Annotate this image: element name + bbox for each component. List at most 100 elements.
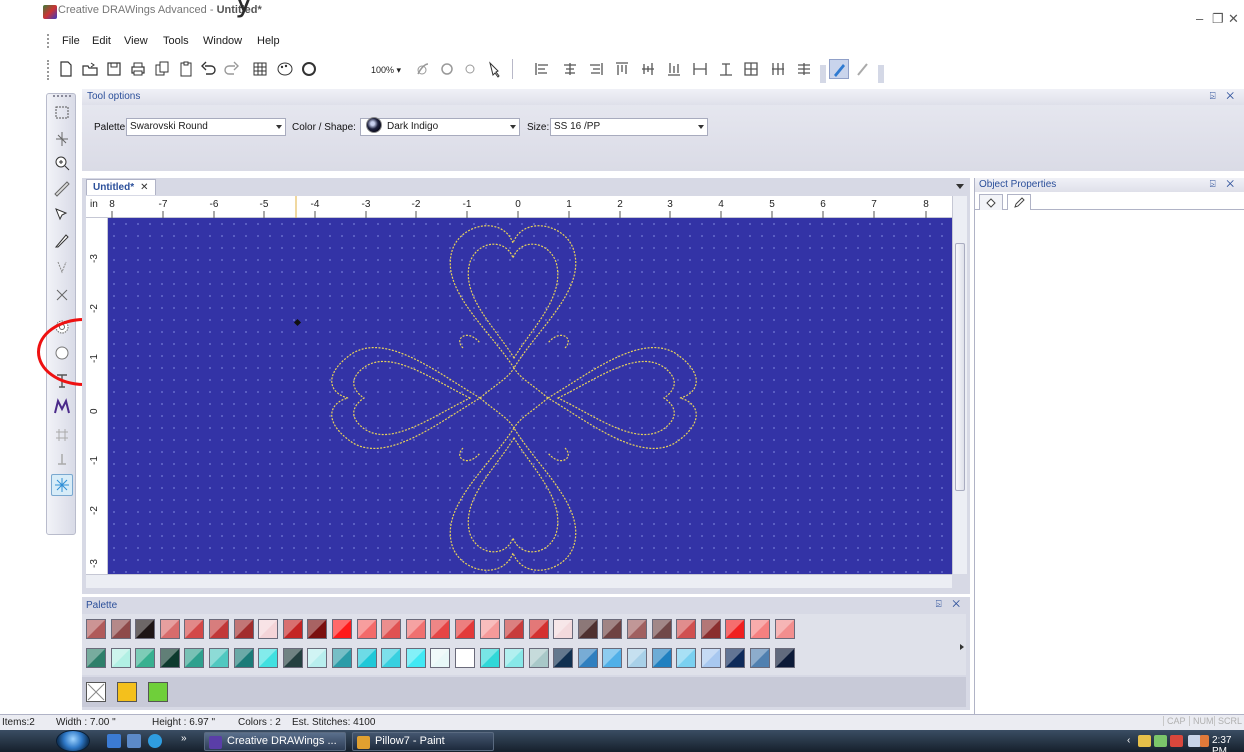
palette-swatch[interactable] [725,619,746,639]
palette-swatch[interactable] [159,648,180,668]
sparkle-icon[interactable] [51,474,73,496]
palette-swatch[interactable] [479,648,500,668]
palette-swatch[interactable] [184,648,205,668]
align-center-icon[interactable] [560,59,580,79]
group-icon[interactable] [768,59,788,79]
pencil-icon[interactable] [1007,194,1031,210]
palette-swatch[interactable] [381,619,402,639]
palette-swatch[interactable] [553,619,574,639]
palette-swatch[interactable] [454,619,475,639]
start-button[interactable] [56,730,90,752]
close-window-button[interactable]: ✕ [1228,11,1239,27]
toolbar-grip[interactable] [47,60,49,80]
scissors-icon[interactable] [51,284,73,306]
undo-icon[interactable] [198,59,218,79]
scroll-thumb[interactable] [955,243,965,491]
design-canvas[interactable] [108,218,952,574]
palette-swatch[interactable] [602,648,623,668]
palette-swatch[interactable] [110,648,131,668]
vertical-scrollbar[interactable] [952,196,967,574]
stitch-icon[interactable] [299,59,319,79]
panel-pin-close[interactable]: ⍄ ✕ [1210,91,1238,102]
maximize-button[interactable]: ❐ [1212,11,1224,27]
pen-tool-icon[interactable] [51,230,73,252]
celtic-knot-design[interactable] [108,218,952,574]
zoom-fit-icon[interactable] [460,59,480,79]
palette-swatch[interactable] [627,619,648,639]
zoom-level[interactable]: 100% ▾ [371,65,401,76]
panel-pin-close[interactable]: ⍄ ✕ [1210,179,1238,190]
distribute-h-icon[interactable] [690,59,710,79]
zoom-out-icon[interactable] [437,59,457,79]
show-desktop-icon[interactable] [107,734,121,748]
palette-swatch[interactable] [356,619,377,639]
palette-swatch[interactable] [184,619,205,639]
text-tool-icon[interactable] [51,370,73,392]
palette-swatch[interactable] [774,648,795,668]
palette-swatch[interactable] [110,619,131,639]
palette-swatch[interactable] [258,619,279,639]
tray-expand-icon[interactable]: ‹ [1127,735,1130,746]
palette-swatch[interactable] [504,619,525,639]
palette-swatch[interactable] [208,648,229,668]
distribute-v-icon[interactable] [716,59,736,79]
minimize-button[interactable]: – [1196,11,1203,26]
print-icon[interactable] [128,59,148,79]
tray-network-icon[interactable] [1138,735,1151,747]
help-icon[interactable] [485,59,505,79]
palette-swatch[interactable] [356,648,377,668]
palette-swatch[interactable] [627,648,648,668]
node-edit-icon[interactable] [51,204,73,226]
palette-swatch[interactable] [258,648,279,668]
paste-icon[interactable] [176,59,196,79]
palette-swatch[interactable] [454,648,475,668]
palette-swatch[interactable] [651,648,672,668]
taskbar-clock[interactable]: 2:37 PM [1212,735,1244,752]
ungroup-icon[interactable] [794,59,814,79]
grid-icon[interactable] [250,59,270,79]
palette-swatch[interactable] [307,648,328,668]
size-select[interactable]: SS 16 /PP [550,118,708,136]
taskbar-button-paint[interactable]: Pillow7 - Paint [352,732,494,751]
copy-icon[interactable] [152,59,172,79]
palette-swatch[interactable] [750,648,771,668]
no-color-swatch[interactable] [86,682,106,702]
select-rect-icon[interactable] [51,102,73,124]
palette-swatch[interactable] [676,619,697,639]
horizontal-scrollbar[interactable] [86,574,952,588]
panel-pin-close[interactable]: ⍄ ✕ [936,599,964,610]
stamp-icon[interactable] [51,448,73,470]
palette-swatch[interactable] [208,619,229,639]
table-icon[interactable] [741,59,761,79]
menu-edit[interactable]: Edit [92,35,111,47]
save-icon[interactable] [104,59,124,79]
browser-icon[interactable] [148,734,162,748]
stitch-path-icon[interactable] [51,256,73,278]
palette-swatch[interactable] [725,648,746,668]
palette-swatch[interactable] [381,648,402,668]
align-left-icon[interactable] [532,59,552,79]
palette-swatch[interactable] [405,648,426,668]
open-folder-icon[interactable] [80,59,100,79]
zoom-in-icon[interactable] [413,59,433,79]
hash-grid-icon[interactable] [51,424,73,446]
close-tab-icon[interactable]: ✕ [140,182,148,193]
menu-file[interactable]: File [62,35,80,47]
menu-tools[interactable]: Tools [163,35,189,47]
quick-launch-more[interactable]: » [181,733,187,744]
palette-icon[interactable] [275,59,295,79]
palette-swatch[interactable] [233,648,254,668]
palette-swatch[interactable] [774,619,795,639]
palette-swatch[interactable] [405,619,426,639]
palette-swatch[interactable] [331,619,352,639]
color-shape-select[interactable]: Dark Indigo [360,117,520,136]
palette-swatch[interactable] [282,648,303,668]
palette-select[interactable]: Swarovski Round [126,118,286,136]
menu-view[interactable]: View [124,35,148,47]
palette-swatch[interactable] [159,619,180,639]
palette-swatch[interactable] [233,619,254,639]
palette-swatch[interactable] [430,619,451,639]
palette-swatch[interactable] [282,619,303,639]
new-file-icon[interactable] [56,59,76,79]
tray-security-icon[interactable] [1170,735,1183,747]
